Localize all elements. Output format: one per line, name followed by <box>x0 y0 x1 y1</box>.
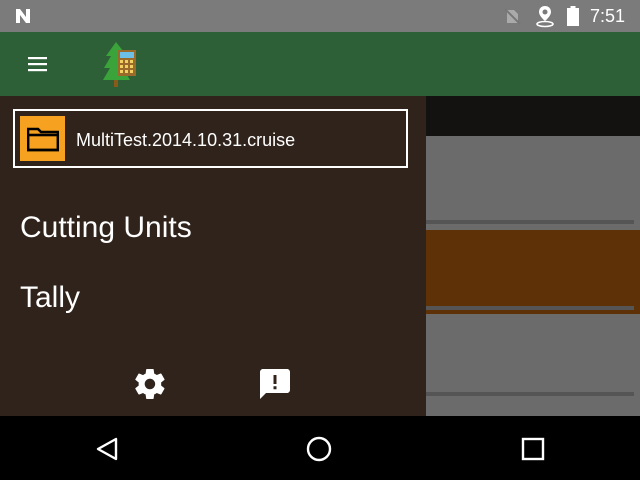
settings-icon[interactable] <box>132 366 168 402</box>
list-item[interactable] <box>426 314 640 416</box>
list-header <box>426 96 640 136</box>
status-bar: 7:51 <box>0 0 640 32</box>
row-divider <box>426 306 634 310</box>
hamburger-menu-icon[interactable] <box>18 44 58 84</box>
app-logo-icon <box>103 42 136 87</box>
row-divider <box>426 392 634 396</box>
folder-icon <box>27 127 59 152</box>
current-file-button[interactable]: MultiTest.2014.10.31.cruise <box>13 109 408 168</box>
drawer-item-cutting-units[interactable]: Cutting Units <box>20 211 192 245</box>
status-time: 7:51 <box>590 6 626 26</box>
location-icon <box>536 6 554 28</box>
notification-n-icon <box>16 9 30 23</box>
list-item-selected[interactable] <box>426 230 640 314</box>
recents-icon[interactable] <box>520 436 546 462</box>
battery-icon <box>567 6 579 26</box>
row-divider <box>426 220 634 224</box>
drawer-item-tally[interactable]: Tally <box>20 281 80 315</box>
home-icon[interactable] <box>305 435 333 463</box>
no-sim-icon <box>504 8 521 25</box>
system-nav-bar <box>0 416 640 480</box>
back-icon[interactable] <box>92 434 122 464</box>
folder-icon-box <box>20 116 65 161</box>
current-file-name: MultiTest.2014.10.31.cruise <box>76 130 296 150</box>
feedback-icon[interactable] <box>257 366 293 402</box>
navigation-drawer: MultiTest.2014.10.31.cruise Cutting Unit… <box>0 96 426 416</box>
app-bar <box>0 32 640 96</box>
list-item[interactable] <box>426 136 640 230</box>
